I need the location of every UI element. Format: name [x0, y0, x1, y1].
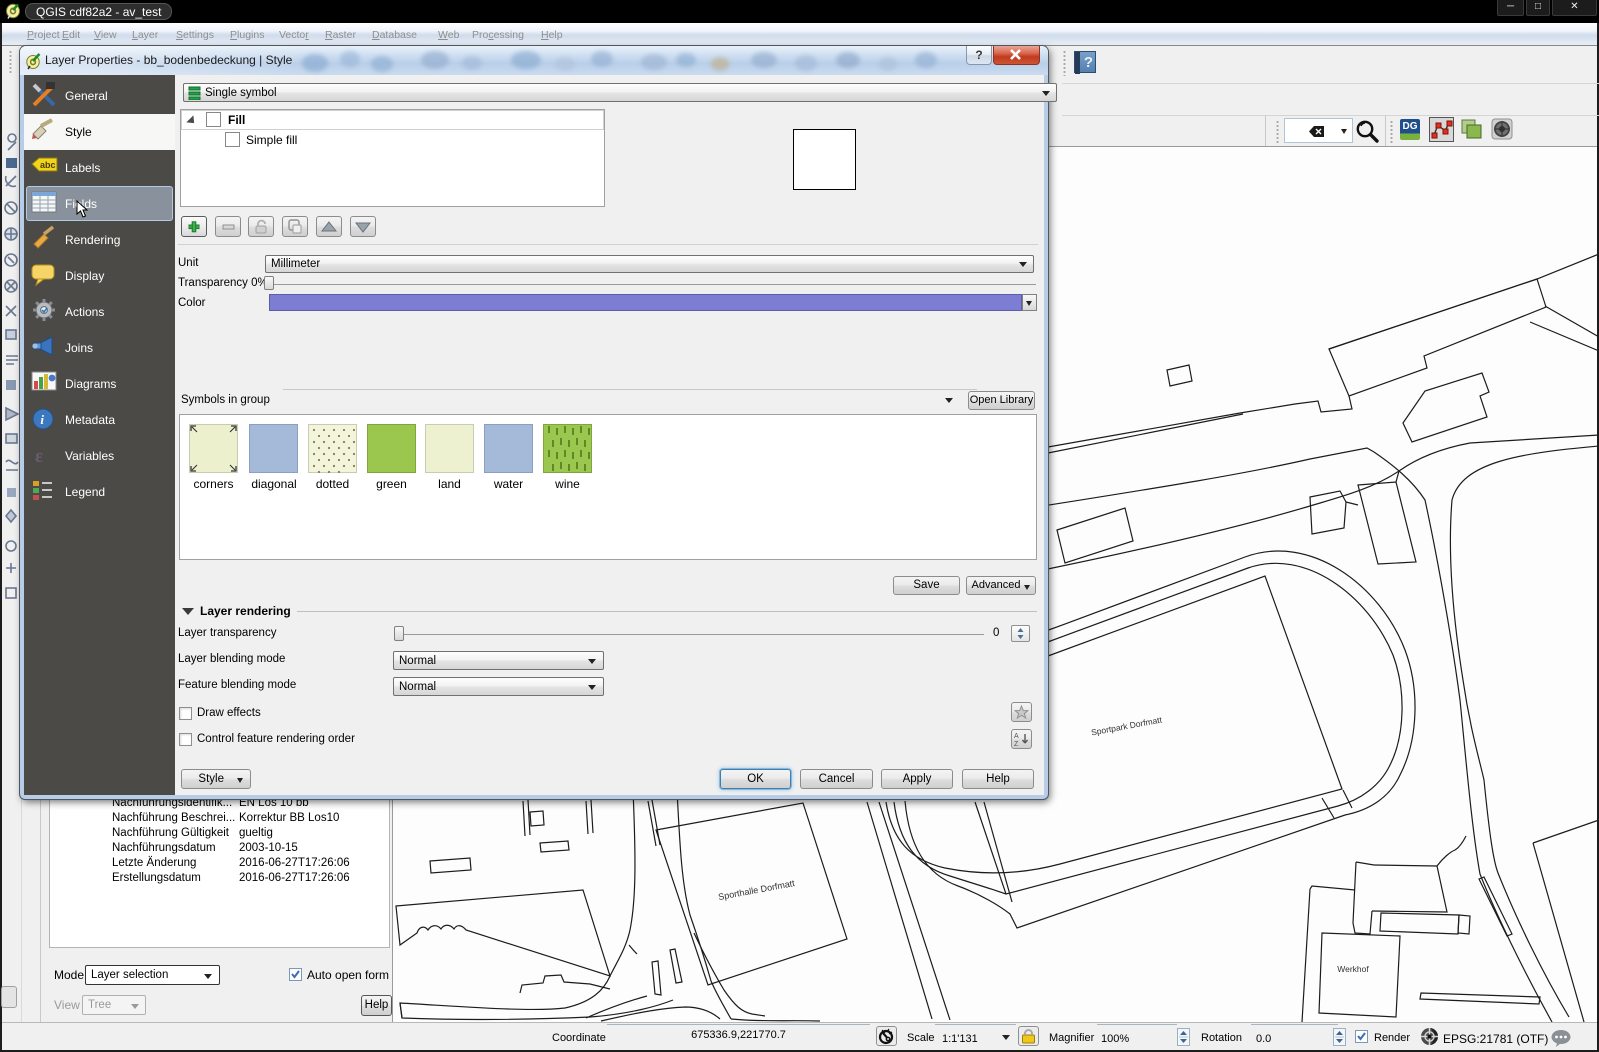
svg-text:Werkhof: Werkhof — [1337, 964, 1369, 974]
svg-text:Z: Z — [1014, 741, 1019, 748]
svg-text:Sporthalle Dorfmatt: Sporthalle Dorfmatt — [717, 878, 796, 902]
svg-text:A: A — [1014, 733, 1019, 740]
svg-text:Sportpark Dorfmatt: Sportpark Dorfmatt — [1090, 714, 1163, 737]
